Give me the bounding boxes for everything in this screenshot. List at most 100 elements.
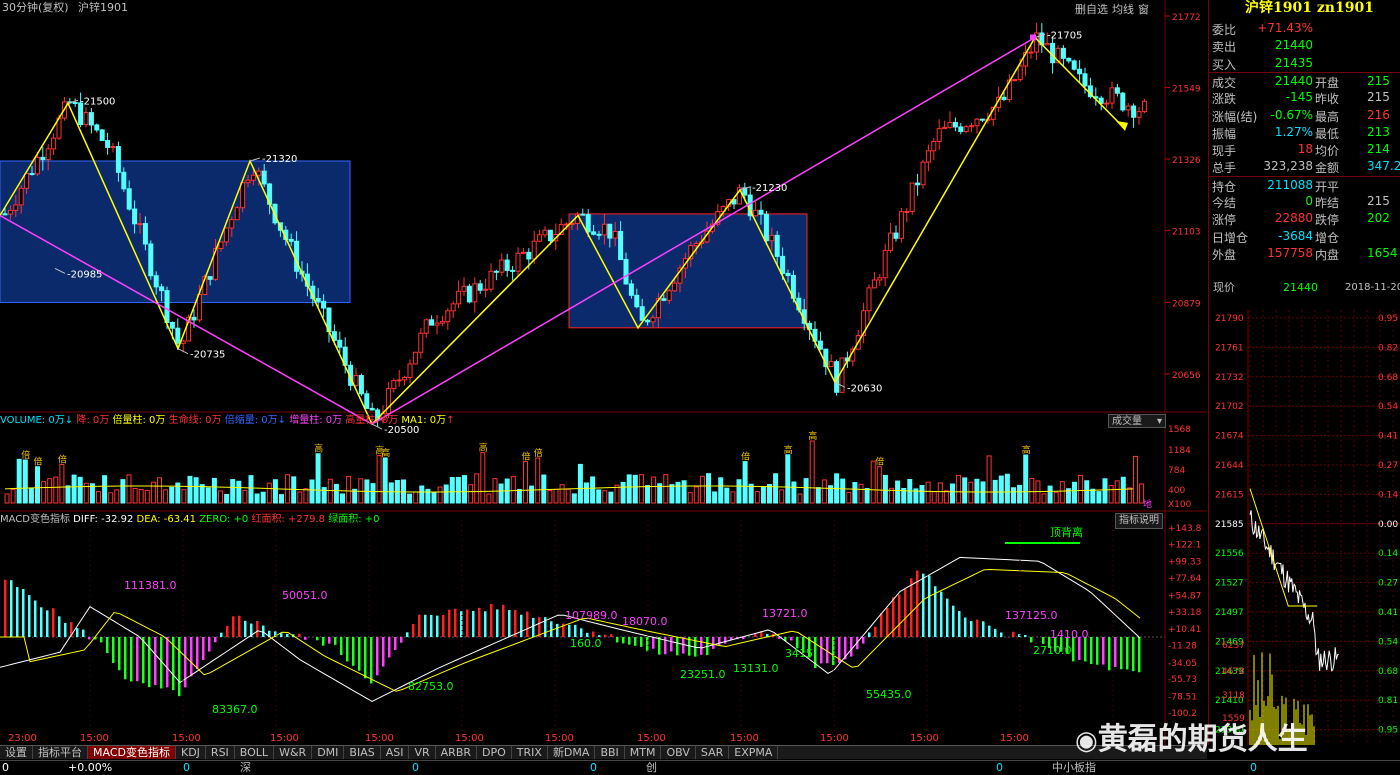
volume-bar: [480, 452, 486, 504]
candle-body: [542, 229, 548, 236]
volume-bar: [1023, 454, 1029, 504]
indicator-tab[interactable]: DMI: [312, 746, 345, 759]
volume-bar: [736, 479, 742, 504]
macd-value-label: 160.0: [570, 637, 602, 650]
status-left-value: 0: [2, 761, 9, 774]
macd-bar: [334, 637, 337, 645]
indicator-tab[interactable]: 设置: [0, 746, 33, 759]
watermark: ◉黄磊的期货人生: [1075, 722, 1308, 759]
candle-body: [477, 283, 483, 291]
candle-body: [774, 234, 780, 257]
indicator-tab[interactable]: KDJ: [176, 746, 206, 759]
indicator-tab[interactable]: SAR: [696, 746, 730, 759]
volume-bar: [730, 491, 736, 504]
indicator-tab[interactable]: DPO: [477, 746, 512, 759]
indicator-tab[interactable]: MTM: [625, 746, 662, 759]
macd-bar: [1114, 637, 1117, 667]
volume-bar: [882, 474, 888, 504]
watermark-text: 黄磊的期货人生: [1097, 722, 1308, 757]
volume-bar: [150, 481, 156, 504]
volume-bar: [895, 480, 901, 504]
volume-bar: [675, 481, 681, 504]
volume-bar: [242, 489, 248, 504]
quote-value: 21435: [1274, 55, 1313, 70]
indicator-tab[interactable]: MACD变色指标: [88, 746, 176, 759]
candle-body: [1028, 51, 1034, 54]
indicator-tab[interactable]: W&R: [274, 746, 313, 759]
macd-bar: [280, 633, 283, 637]
volume-bar: [852, 481, 858, 504]
candle-body: [164, 290, 170, 323]
macd-bar: [10, 580, 13, 637]
macd-bar: [940, 591, 943, 637]
indicator-tab[interactable]: BOLL: [235, 746, 275, 759]
macd-bar: [40, 607, 43, 637]
volume-bar: [47, 478, 53, 504]
quote-row: 日增仓 -3684 增仓: [1209, 228, 1400, 245]
indicator-tab[interactable]: ARBR: [436, 746, 478, 759]
quote-value: 215: [1367, 73, 1390, 88]
candle-body: [510, 269, 516, 272]
indicator-tab[interactable]: VR: [409, 746, 436, 759]
delete-watchlist-button[interactable]: 删自选: [1075, 1, 1108, 17]
indicator-tab[interactable]: 新DMA: [548, 746, 596, 759]
volume-high: 高量柱: 0万: [345, 415, 399, 426]
volume-bar: [523, 461, 528, 504]
macd-bar: [850, 637, 853, 657]
macd-bar: [514, 609, 517, 637]
macd-bar: [286, 633, 289, 637]
candle-body: [623, 259, 629, 285]
volume-bar: [547, 489, 553, 504]
candle-body: [607, 223, 613, 239]
candle-body: [396, 379, 402, 382]
peak-marker: [1030, 34, 1036, 41]
volume-bar: [498, 483, 504, 504]
macd-bar: [436, 615, 439, 637]
volume-bar: [291, 476, 297, 504]
macd-bar: [496, 609, 499, 637]
macd-bar: [82, 629, 85, 637]
macd-bar: [610, 634, 613, 637]
candle-body: [693, 243, 699, 247]
volume-bar: [962, 477, 968, 504]
candle-body: [207, 276, 213, 280]
candle-body: [585, 214, 591, 233]
indicator-tab[interactable]: OBV: [661, 746, 696, 759]
indicator-tab[interactable]: BIAS: [344, 746, 381, 759]
quote-label: 外盘: [1212, 247, 1237, 262]
volume-shrink: 倍缩量: 0万: [224, 415, 278, 426]
volume-bar: [602, 490, 608, 504]
indicator-tab[interactable]: RSI: [206, 746, 235, 759]
candle-body: [364, 393, 370, 409]
indicator-tab[interactable]: 指标平台: [33, 746, 88, 759]
price-annotation: -21230: [752, 183, 787, 194]
quote-label: 总手: [1212, 161, 1237, 176]
macd-bar: [490, 603, 493, 637]
macd-bar: [226, 625, 229, 637]
macd-bar: [388, 637, 391, 658]
volume-mark: 倍: [58, 453, 67, 465]
macd-bar: [448, 609, 451, 637]
moving-average-button[interactable]: 均线: [1112, 1, 1134, 17]
candle-body: [915, 182, 921, 186]
indicator-tab[interactable]: TRIX: [512, 746, 548, 759]
volume-mark: 倍: [741, 451, 750, 463]
indicator-help-button[interactable]: 指标说明: [1115, 513, 1163, 529]
candle-body: [315, 297, 321, 302]
indicator-tab[interactable]: ASI: [381, 746, 410, 759]
indicator-tab[interactable]: EXPMA: [729, 746, 779, 759]
volume-bar: [608, 491, 614, 504]
volume-mark-low: 地: [1143, 498, 1152, 510]
volume-bar: [16, 458, 22, 504]
indicator-tab[interactable]: BBI: [595, 746, 625, 759]
macd-bar: [556, 623, 559, 637]
macd-value-label: 2710.0: [1033, 644, 1072, 657]
volume-bar: [1072, 481, 1077, 504]
volume-bar: [211, 477, 217, 504]
volume-dropdown[interactable]: 成交量 ▾: [1108, 414, 1166, 428]
macd-bar: [430, 614, 433, 637]
volume-bar: [559, 484, 565, 504]
macd-bar: [466, 609, 469, 637]
quote-row: 委比 +71.43%: [1209, 20, 1400, 37]
window-button[interactable]: 窗: [1138, 1, 1149, 17]
